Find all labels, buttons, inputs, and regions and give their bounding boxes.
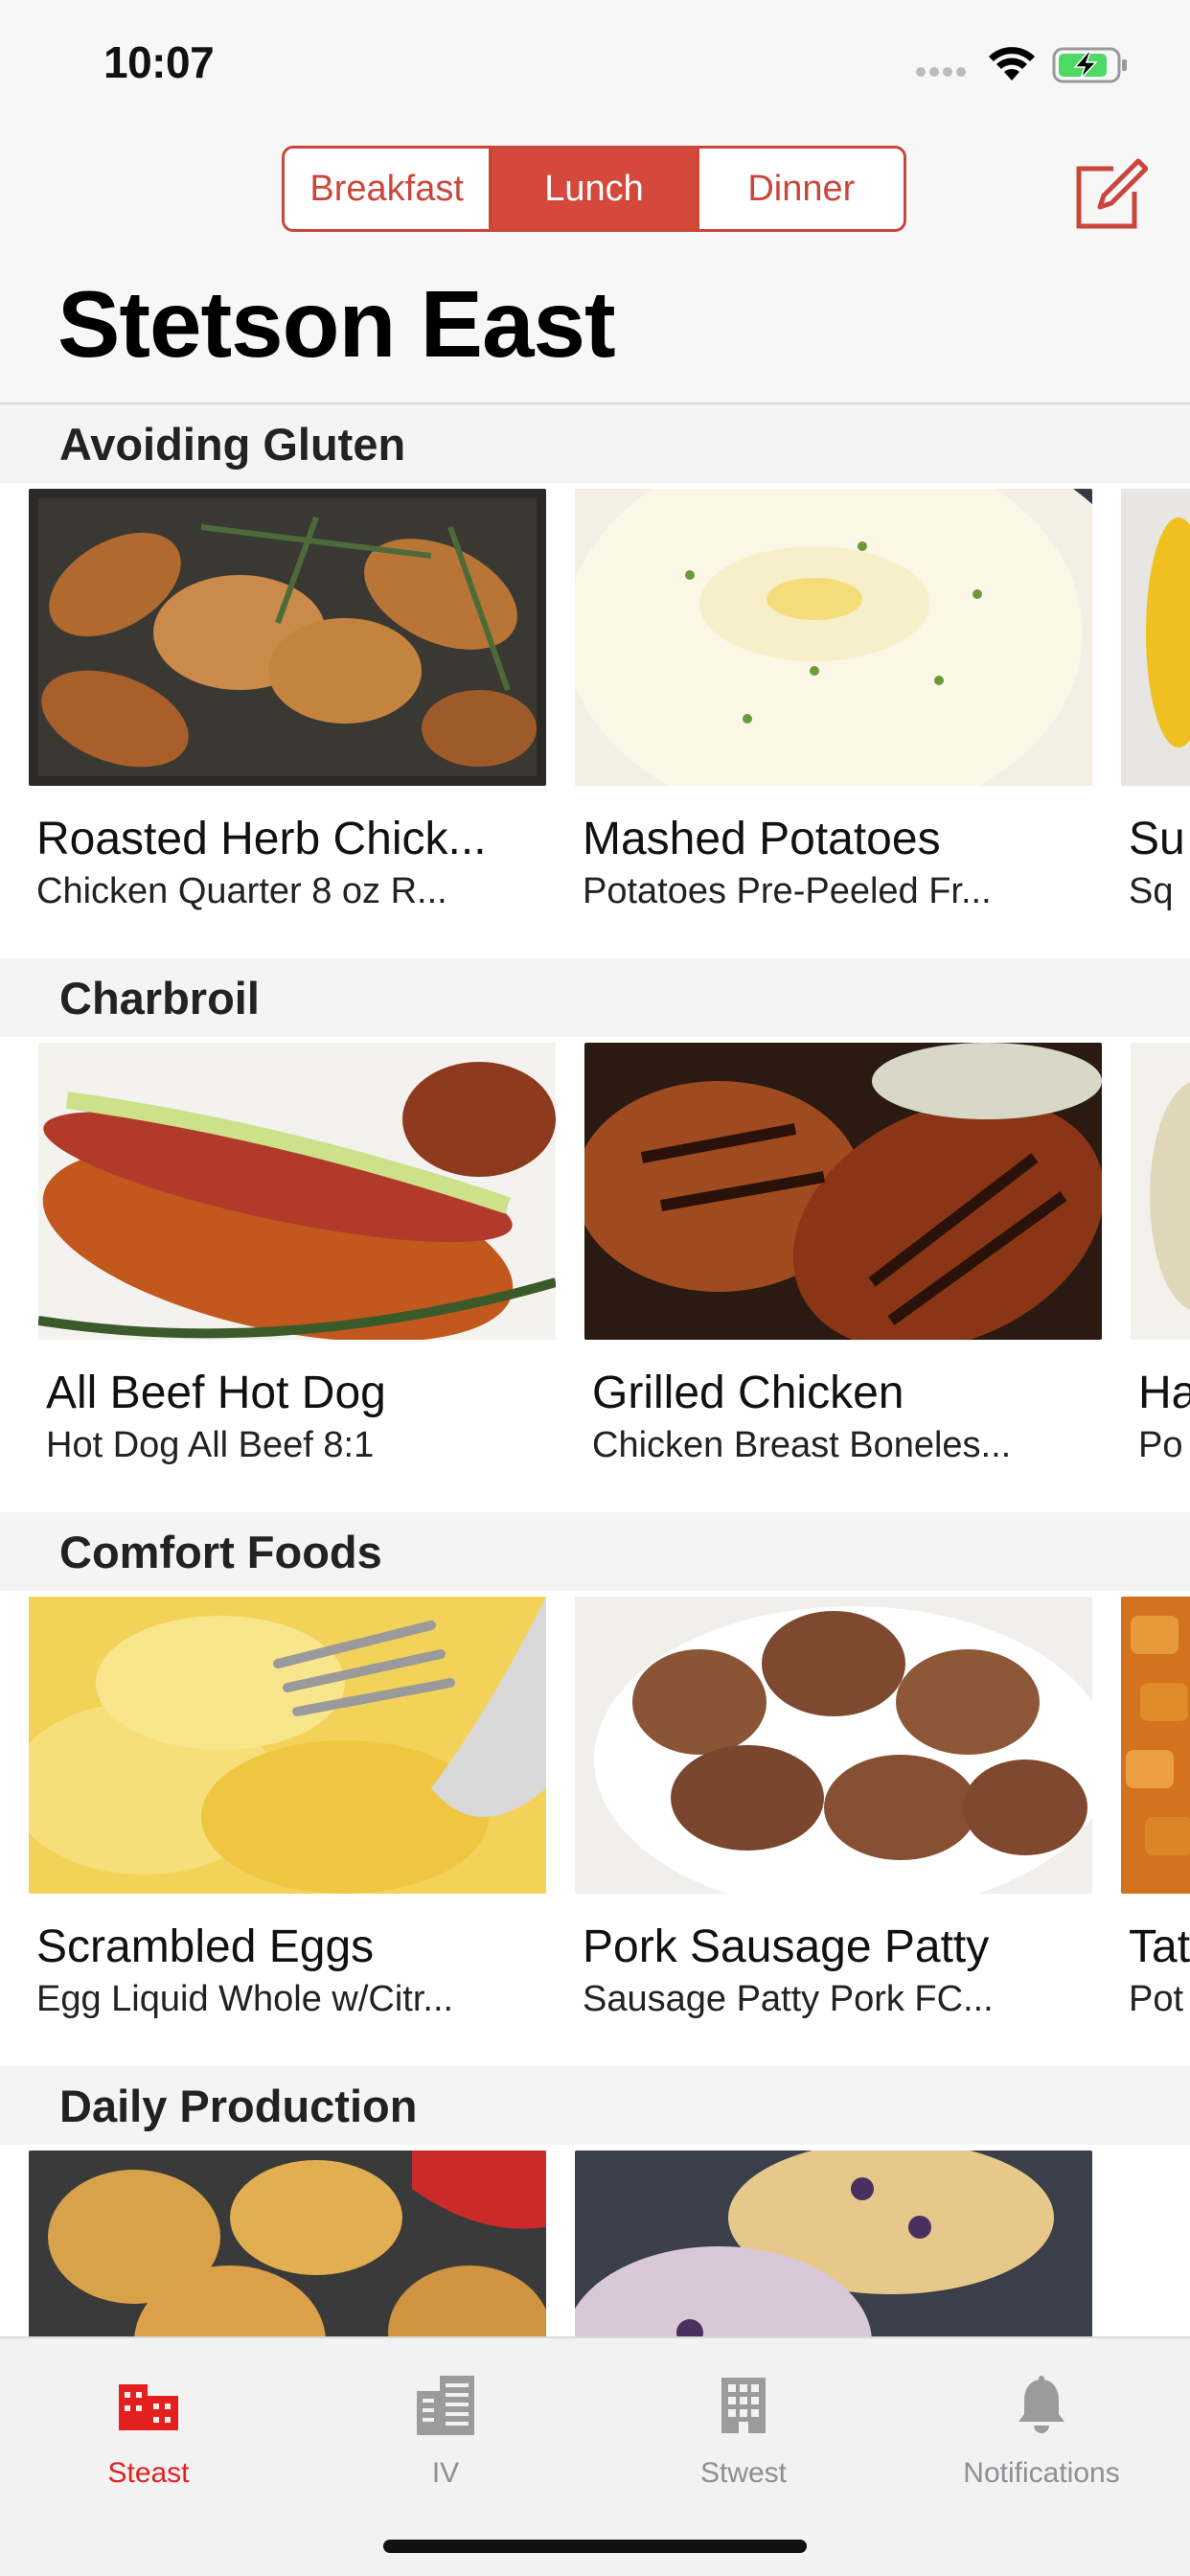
tab-steast[interactable]: Steast bbox=[0, 2367, 297, 2490]
food-name: Tat bbox=[1129, 1921, 1190, 1972]
tab-label: IV bbox=[431, 2457, 460, 2489]
tab-label: Steast bbox=[107, 2457, 190, 2489]
building-icon bbox=[119, 2384, 178, 2430]
food-description: Chicken Breast Boneles... bbox=[592, 1425, 1012, 1465]
tab-label: Notifications bbox=[963, 2457, 1120, 2489]
food-description: Po bbox=[1138, 1425, 1183, 1465]
food-image bbox=[29, 489, 546, 786]
tab-label: Stwest bbox=[699, 2457, 788, 2489]
compose-edit-icon[interactable] bbox=[1071, 155, 1148, 232]
carousel-row[interactable]: Scrambled Eggs Egg Liquid Whole w/Citr..… bbox=[0, 1591, 1190, 2066]
carousel-row[interactable]: All Beef Hot Dog Hot Dog All Beef 8:1 Gr… bbox=[0, 1037, 1190, 1512]
food-name: Pork Sausage Patty bbox=[583, 1921, 990, 1972]
section-title: Comfort Foods bbox=[0, 1512, 1190, 1591]
home-indicator bbox=[383, 2540, 807, 2553]
app-screen: 10:07 Breakfast Lunch Dinner Stetson Eas… bbox=[0, 0, 1190, 2576]
food-card[interactable]: All Beef Hot Dog Hot Dog All Beef 8:1 bbox=[38, 1043, 556, 1466]
section-avoiding-gluten: Avoiding Gluten Roasted Herb Chick... Ch… bbox=[0, 404, 1190, 958]
food-image bbox=[1121, 1597, 1190, 1894]
food-card[interactable]: Ha Po bbox=[1131, 1043, 1190, 1466]
food-card[interactable]: Grilled Chicken Chicken Breast Boneles..… bbox=[584, 1043, 1102, 1466]
food-description: Egg Liquid Whole w/Citr... bbox=[36, 1979, 454, 2019]
food-name: Scrambled Eggs bbox=[36, 1921, 375, 1972]
section-title: Charbroil bbox=[0, 958, 1190, 1037]
menu-content[interactable]: Avoiding Gluten Roasted Herb Chick... Ch… bbox=[0, 404, 1190, 2576]
status-time: 10:07 bbox=[103, 37, 215, 87]
food-description: Pot bbox=[1129, 1979, 1184, 2019]
food-card[interactable]: Su Sq bbox=[1121, 489, 1190, 912]
food-card[interactable]: Mashed Potatoes Potatoes Pre-Peeled Fr..… bbox=[575, 489, 1092, 912]
food-image bbox=[29, 1597, 546, 1894]
food-image bbox=[1121, 489, 1190, 786]
wifi-icon bbox=[989, 47, 1035, 80]
tab-iv[interactable]: IV bbox=[297, 2367, 594, 2490]
food-name: Su bbox=[1129, 814, 1185, 864]
meal-tab-breakfast[interactable]: Breakfast bbox=[285, 149, 492, 229]
page-title: Stetson East bbox=[57, 271, 616, 377]
section-title: Avoiding Gluten bbox=[0, 404, 1190, 483]
meal-segmented-control: Breakfast Lunch Dinner bbox=[282, 146, 906, 232]
food-card[interactable]: Tat Pot bbox=[1121, 1597, 1190, 2020]
tab-notifications[interactable]: Notifications bbox=[893, 2367, 1190, 2490]
section-charbroil: Charbroil All Beef Hot Dog Hot Dog All B… bbox=[0, 958, 1190, 1512]
battery-charging-icon bbox=[1052, 47, 1127, 83]
food-name: Mashed Potatoes bbox=[583, 814, 941, 864]
food-description: Hot Dog All Beef 8:1 bbox=[46, 1425, 375, 1465]
food-card[interactable]: Scrambled Eggs Egg Liquid Whole w/Citr..… bbox=[29, 1597, 546, 2020]
tab-stwest[interactable]: Stwest bbox=[595, 2367, 892, 2490]
bell-icon bbox=[1018, 2376, 1064, 2433]
meal-tab-lunch[interactable]: Lunch bbox=[492, 149, 699, 229]
food-image bbox=[575, 1597, 1092, 1894]
food-name: All Beef Hot Dog bbox=[46, 1368, 386, 1418]
food-image bbox=[1131, 1043, 1190, 1340]
food-description: Sq bbox=[1129, 871, 1174, 911]
office-tower-icon bbox=[417, 2376, 474, 2435]
food-image bbox=[575, 489, 1092, 786]
food-name: Grilled Chicken bbox=[592, 1368, 904, 1418]
cellular-signal-icon bbox=[916, 67, 966, 77]
food-image bbox=[584, 1043, 1102, 1340]
food-description: Chicken Quarter 8 oz R... bbox=[36, 871, 447, 911]
food-name: Roasted Herb Chick... bbox=[36, 814, 487, 864]
food-description: Sausage Patty Pork FC... bbox=[583, 1979, 994, 2019]
food-description: Potatoes Pre-Peeled Fr... bbox=[583, 871, 992, 911]
apartment-icon bbox=[721, 2378, 766, 2433]
food-card[interactable]: Roasted Herb Chick... Chicken Quarter 8 … bbox=[29, 489, 546, 912]
status-bar: 10:07 bbox=[0, 0, 1190, 126]
section-title: Daily Production bbox=[0, 2066, 1190, 2145]
section-comfort-foods: Comfort Foods Scrambled Eggs Egg Liquid … bbox=[0, 1512, 1190, 2066]
carousel-row[interactable]: Roasted Herb Chick... Chicken Quarter 8 … bbox=[0, 483, 1190, 958]
food-name: Ha bbox=[1138, 1368, 1190, 1418]
food-card[interactable]: Pork Sausage Patty Sausage Patty Pork FC… bbox=[575, 1597, 1092, 2020]
food-image bbox=[38, 1043, 556, 1340]
meal-tab-dinner[interactable]: Dinner bbox=[699, 149, 904, 229]
